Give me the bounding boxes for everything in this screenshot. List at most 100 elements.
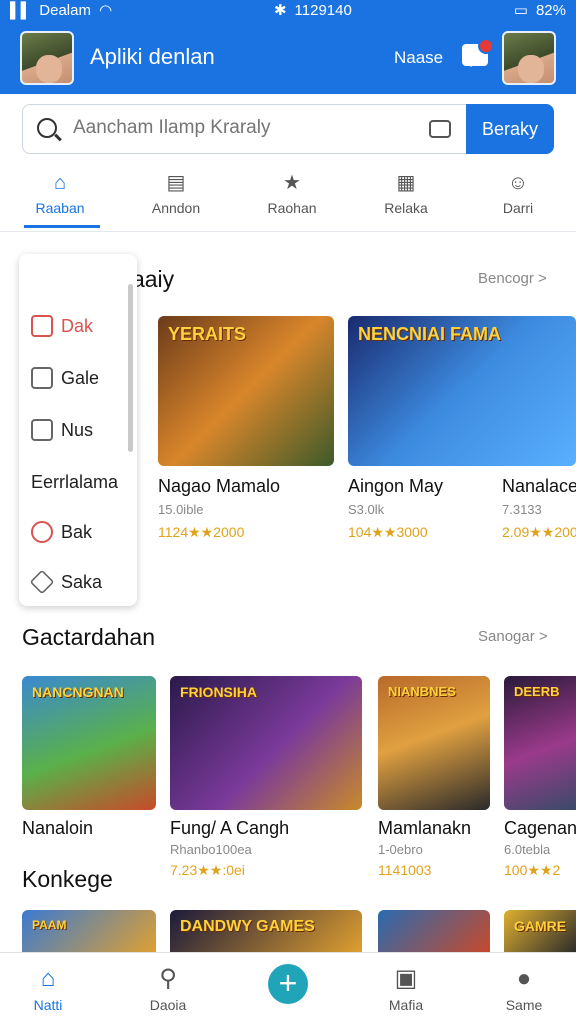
tab-label: Relaka <box>384 200 428 216</box>
home-icon: ⌂ <box>40 965 56 992</box>
game-logo-text: NANCNGNAN <box>32 684 124 700</box>
title-bar: Apliki denlan Naase <box>0 30 576 86</box>
game-rating: 7.23★★:0ei <box>170 862 245 878</box>
category-panel: Dak Gale Nus Eerrlalama Bak Saka <box>19 254 137 606</box>
nav-search[interactable]: ⚲ Daoia <box>120 953 216 1024</box>
link-icon <box>31 367 53 389</box>
search-bar: Beraky <box>22 104 554 154</box>
panel-item[interactable]: Saka <box>19 560 137 604</box>
game-name: Nanalace <box>502 476 576 496</box>
panel-scrollbar[interactable] <box>128 284 133 452</box>
game-name: Fung/ A Cangh <box>170 818 290 838</box>
section-title: Konkege <box>22 866 113 892</box>
game-logo-text: NENCNIAI FAMA <box>358 324 501 344</box>
game-logo-text: GAMRE <box>514 918 567 934</box>
game-logo-text: DEERB <box>514 684 560 699</box>
game-name: Nanaloin <box>22 818 94 838</box>
tab-label: Raohan <box>267 200 317 216</box>
game-thumbnail: GAMRE <box>504 910 576 954</box>
game-rating: 2.09★★2000 <box>502 524 576 540</box>
game-thumbnail <box>378 910 490 954</box>
game-meta: Rhanbo100ea <box>170 842 252 857</box>
search-icon <box>37 118 57 138</box>
game-rating: 104★★3000 <box>348 524 428 540</box>
tab-label: Raaban <box>35 200 85 216</box>
game-logo-text: YERAITS <box>168 324 247 344</box>
game-thumbnail: DEERB <box>504 676 576 810</box>
panel-item[interactable]: Gale <box>19 356 137 400</box>
tab-news[interactable]: ▤ Anndon <box>126 166 226 232</box>
bluetooth-icon: ✱ <box>273 2 287 19</box>
battery-icon: ▭ <box>513 2 528 19</box>
tab-home[interactable]: ⌂ Raaban <box>10 166 110 232</box>
search-button[interactable]: Beraky <box>466 104 554 154</box>
game-logo-text: FRIONSIHA <box>180 684 257 700</box>
game-logo-text: PAAM <box>32 918 67 932</box>
tag-icon <box>29 569 55 595</box>
panel-item-label: Gale <box>61 367 100 388</box>
game-name: Aingon May <box>348 476 444 496</box>
tab-label: Darri <box>502 200 534 216</box>
tab-label: Anndon <box>151 200 201 216</box>
search-icon: ⚲ <box>159 965 177 992</box>
game-name: Nagao Mamalo <box>158 476 281 496</box>
tab-top[interactable]: ★ Raohan <box>242 166 342 232</box>
game-rating: 1141003 <box>378 862 432 878</box>
game-meta: S3.0lk <box>348 502 385 517</box>
game-thumbnail: NANCNGNAN <box>22 676 156 810</box>
game-meta: 15.0ible <box>158 502 204 517</box>
camera-icon[interactable] <box>429 120 451 138</box>
game-rating: 1124★★2000 <box>158 524 245 540</box>
carrier-label: Dealam <box>39 1 91 19</box>
status-bar: ▌▌ Dealam ◠ ✱ 1129140 ▭ 82% <box>0 0 576 20</box>
user-name[interactable]: Naase <box>394 48 443 68</box>
game-thumbnail: NIANBNES <box>378 676 490 810</box>
tab-profile[interactable]: ☺ Darri <box>468 166 568 232</box>
grid-icon <box>31 419 53 441</box>
wifi-icon: ◠ <box>98 2 113 19</box>
game-meta: 7.3133 <box>502 502 542 517</box>
news-icon: ▤ <box>166 172 186 194</box>
panel-item-label: Eerrlalama <box>31 471 119 492</box>
plus-icon: + <box>278 965 298 1001</box>
section-title: Gactardahan <box>22 624 155 650</box>
battery-level: 82% <box>535 1 566 19</box>
person-icon: ● <box>516 965 532 992</box>
nav-home[interactable]: ⌂ Natti <box>0 953 96 1024</box>
panel-item[interactable]: Bak <box>19 510 137 554</box>
add-button[interactable]: + <box>268 964 308 1004</box>
user-avatar[interactable] <box>502 31 556 85</box>
game-thumbnail: YERAITS <box>158 316 334 466</box>
square-icon <box>31 315 53 337</box>
nav-label: Natti <box>33 997 63 1013</box>
game-name: Cagenan <box>504 818 576 838</box>
app-logo-avatar[interactable] <box>20 31 74 85</box>
app-title: Apliki denlan <box>90 44 215 69</box>
star-icon: ★ <box>283 172 301 194</box>
nav-profile[interactable]: ● Same <box>476 953 572 1024</box>
see-more-link[interactable]: Sanogar > <box>478 628 548 645</box>
nav-label: Daoia <box>149 997 187 1013</box>
panel-item-label: Nus <box>61 419 94 440</box>
app-bar: ▌▌ Dealam ◠ ✱ 1129140 ▭ 82% Apliki denlan Na… <box>0 0 576 94</box>
game-thumbnail: PAAM <box>22 910 156 954</box>
home-icon: ⌂ <box>53 172 67 194</box>
panel-item-label: Bak <box>61 521 93 542</box>
inbox-icon: ▣ <box>394 965 418 992</box>
game-thumbnail: FRIONSIHA <box>170 676 362 810</box>
tab-docs[interactable]: ▦ Relaka <box>356 166 456 232</box>
panel-item[interactable]: Dak <box>19 304 137 348</box>
game-meta: 1-0ebro <box>378 842 423 857</box>
nav-inbox[interactable]: ▣ Mafia <box>358 953 454 1024</box>
panel-item[interactable]: Eerrlalama <box>19 460 137 504</box>
category-tabs: ⌂ Raaban ▤ Anndon ★ Raohan ▦ Relaka ☺ Darri <box>0 166 576 232</box>
see-more-link[interactable]: Bencogr > <box>478 270 547 287</box>
search-input[interactable] <box>73 117 413 139</box>
game-thumbnail: DANDWY GAMES <box>170 910 362 954</box>
panel-item[interactable]: Nus <box>19 408 137 452</box>
document-icon: ▦ <box>396 172 416 194</box>
game-logo-text: NIANBNES <box>388 684 456 699</box>
notification-badge <box>478 38 494 54</box>
panel-item-label: Saka <box>61 571 103 592</box>
game-thumbnail: NENCNIAI FAMA <box>348 316 576 466</box>
